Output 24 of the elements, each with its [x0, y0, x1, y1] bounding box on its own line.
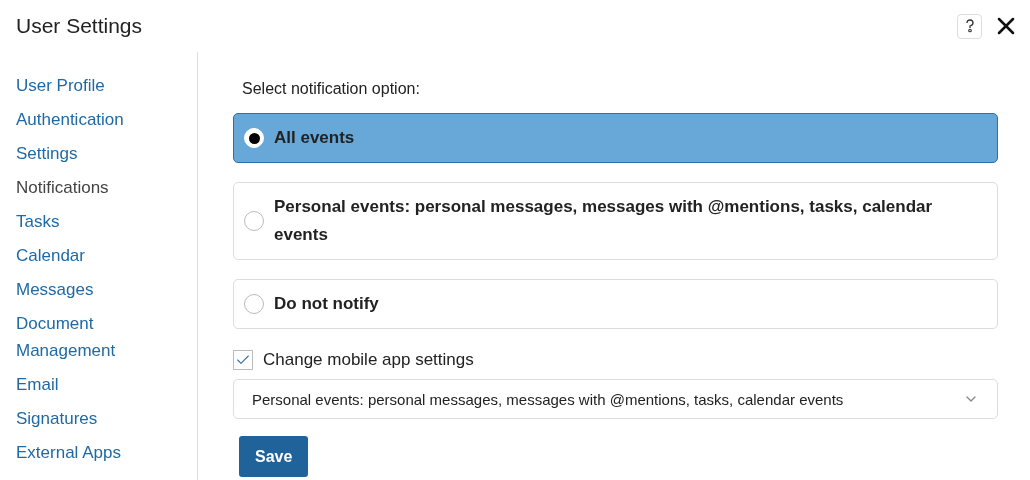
notification-option[interactable]: Do not notify: [233, 279, 998, 329]
checkbox-label: Change mobile app settings: [263, 350, 474, 370]
sidebar-item[interactable]: Email: [16, 371, 181, 398]
radio-button[interactable]: [244, 211, 264, 231]
help-icon: [963, 18, 976, 34]
sidebar-item[interactable]: Signatures: [16, 405, 181, 432]
help-button[interactable]: [957, 13, 982, 39]
sidebar-item[interactable]: Calendar: [16, 242, 181, 269]
sidebar-item[interactable]: Notifications: [16, 174, 181, 201]
window-title: User Settings: [16, 14, 144, 38]
sidebar-item[interactable]: User Profile: [16, 72, 181, 99]
notification-option[interactable]: All events: [233, 113, 998, 163]
sidebar-item[interactable]: Tasks: [16, 208, 181, 235]
sidebar-item[interactable]: Authentication: [16, 106, 181, 133]
sidebar-item[interactable]: External Apps: [16, 439, 181, 466]
mobile-notification-select[interactable]: Personal events: personal messages, messages with @mentions, tasks, calendar events: [233, 379, 998, 419]
section-label: Select notification option:: [242, 80, 421, 98]
checkbox[interactable]: [233, 350, 253, 370]
sidebar-item[interactable]: Settings: [16, 140, 181, 167]
sidebar-item[interactable]: Document Management: [16, 310, 181, 364]
save-button[interactable]: Save: [239, 436, 309, 477]
radio-button[interactable]: [244, 294, 264, 314]
notification-option[interactable]: Personal events: personal messages, messages with @mentions, tasks, calendar events: [233, 182, 998, 260]
sidebar-item[interactable]: Messages: [16, 276, 181, 303]
